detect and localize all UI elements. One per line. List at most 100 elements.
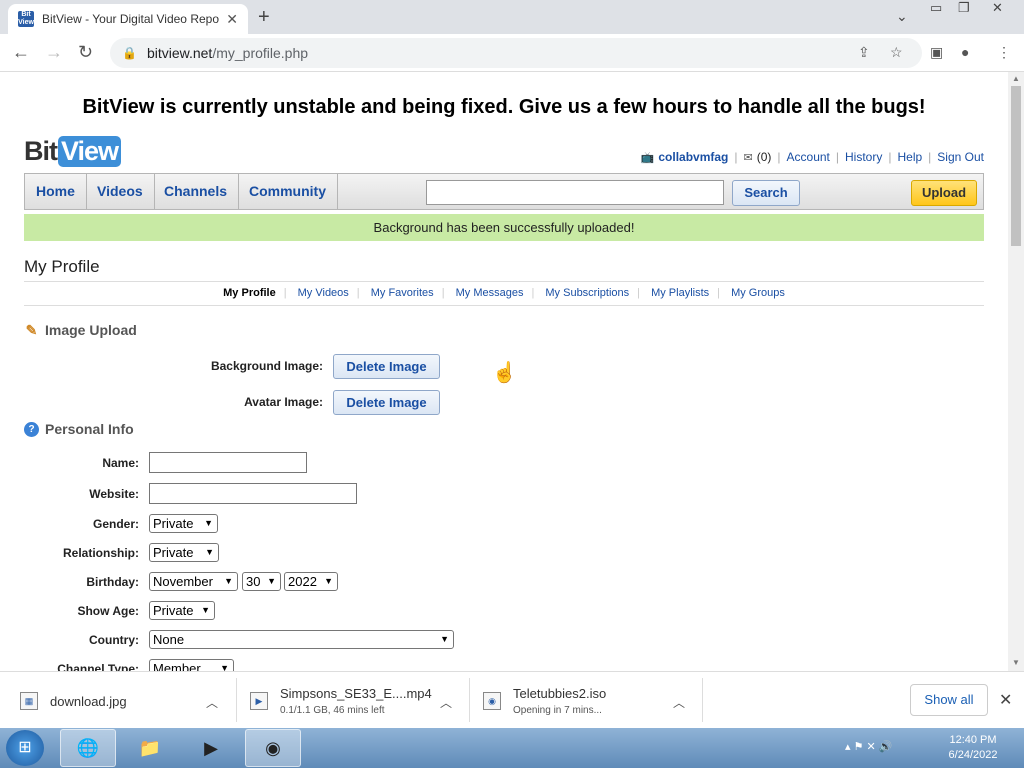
page-title: My Profile (24, 257, 100, 276)
subnav-my-profile[interactable]: My Profile (223, 287, 276, 299)
show-age-select[interactable]: Private ▼ (149, 601, 215, 620)
menu-kebab-icon[interactable]: ⋮ (997, 44, 1011, 61)
back-icon[interactable]: ← (12, 42, 30, 63)
site-banner: BitView is currently unstable and being … (82, 96, 926, 118)
info-icon: ? (24, 421, 39, 437)
nav-home[interactable]: Home (25, 174, 87, 209)
app-taskbar-icon[interactable]: ◉ (245, 729, 301, 767)
nav-videos[interactable]: Videos (86, 174, 155, 209)
channel-type-value: Member (153, 661, 201, 671)
tab-search-icon[interactable]: ⌄ (896, 8, 908, 25)
search-input[interactable] (426, 180, 724, 205)
separator: | (441, 287, 445, 299)
chevron-up-icon[interactable]: ︿ (206, 694, 218, 711)
separator: | (777, 150, 781, 164)
relationship-select[interactable]: Private ▼ (149, 543, 219, 562)
nav-channels[interactable]: Channels (153, 174, 240, 209)
share-icon[interactable]: ⇪ (858, 44, 870, 61)
gender-select[interactable]: Private ▼ (149, 514, 218, 533)
subnav-my-subscriptions[interactable]: My Subscriptions (545, 287, 629, 299)
avatar-image-label: Avatar Image: (244, 395, 323, 409)
help-link[interactable]: Help (897, 150, 922, 164)
search-button[interactable]: Search (732, 180, 800, 206)
account-link[interactable]: Account (787, 150, 830, 164)
show-all-button[interactable]: Show all (910, 684, 988, 716)
website-field[interactable] (149, 483, 357, 504)
chevron-down-icon: ▼ (224, 576, 233, 586)
birthday-month-select[interactable]: November ▼ (149, 572, 238, 591)
username-link[interactable]: collabvmfag (658, 150, 728, 164)
close-window-icon[interactable]: ✕ (992, 0, 1003, 20)
subnav-my-messages[interactable]: My Messages (456, 287, 524, 299)
browser-tab[interactable]: Bit View BitView - Your Digital Video Rep… (8, 4, 248, 34)
history-link[interactable]: History (845, 150, 882, 164)
delete-background-button[interactable]: Delete Image (333, 354, 440, 379)
chevron-down-icon: ▼ (220, 663, 229, 671)
scroll-down-icon[interactable]: ▼ (1012, 658, 1020, 667)
nav-community[interactable]: Community (238, 174, 338, 209)
name-field[interactable] (149, 452, 307, 473)
divider (24, 281, 984, 282)
chrome-taskbar-icon[interactable]: 🌐 (60, 729, 116, 767)
separator: | (888, 150, 892, 164)
download-name: Teletubbies2.iso (513, 686, 607, 701)
downloads-shelf: ▦ download.jpg ︿ ▶ Simpsons_SE33_E....mp… (0, 671, 1024, 728)
chevron-down-icon: ▼ (440, 634, 449, 644)
new-tab-button[interactable]: + (258, 6, 270, 29)
download-status: 0.1/1.1 GB, 46 mins left (280, 705, 385, 716)
upload-button[interactable]: Upload (911, 180, 977, 206)
page-viewport: BitView is currently unstable and being … (0, 72, 1008, 671)
separator: | (928, 150, 932, 164)
show-age-label: Show Age: (77, 604, 139, 618)
subnav-my-videos[interactable]: My Videos (298, 287, 349, 299)
channel-type-select[interactable]: Member ▼ (149, 659, 234, 671)
bitview-favicon-icon: Bit View (18, 11, 34, 27)
explorer-taskbar-icon[interactable]: 📁 (122, 729, 178, 767)
profile-avatar-icon[interactable]: ● (961, 44, 969, 60)
delete-avatar-button[interactable]: Delete Image (333, 390, 440, 415)
chevron-up-icon[interactable]: ︿ (440, 694, 452, 711)
country-select[interactable]: None ▼ (149, 630, 454, 649)
success-notice: Background has been successfully uploade… (24, 214, 984, 241)
messages-count[interactable]: (0) (757, 150, 772, 164)
subnav-my-playlists[interactable]: My Playlists (651, 287, 709, 299)
personal-info-title: Personal Info (45, 421, 134, 437)
address-bar[interactable]: 🔒 bitview.net /my_profile.php (110, 38, 922, 68)
page-scrollbar[interactable]: ▲ ▼ (1008, 72, 1024, 671)
bookmark-star-icon[interactable]: ☆ (890, 44, 903, 61)
system-tray[interactable]: ▴ ⚑ ✕ 🔊 (845, 740, 892, 753)
divider (702, 678, 703, 722)
separator: | (283, 287, 287, 299)
download-item[interactable]: ▶ Simpsons_SE33_E....mp4 0.1/1.1 GB, 46 … (250, 680, 460, 722)
chevron-up-icon[interactable]: ︿ (673, 694, 685, 711)
start-button[interactable]: ⊞ (6, 730, 44, 766)
forward-icon[interactable]: → (45, 42, 63, 63)
minimize-icon[interactable]: ▭ (930, 0, 942, 20)
mail-icon[interactable]: ✉ (744, 151, 753, 164)
download-item[interactable]: ◉ Teletubbies2.iso Opening in 7 mins... … (483, 680, 693, 722)
download-item[interactable]: ▦ download.jpg ︿ (20, 680, 230, 722)
birthday-day-select[interactable]: 30 ▼ (242, 572, 281, 591)
subnav-my-groups[interactable]: My Groups (731, 287, 785, 299)
restore-icon[interactable]: ❐ (958, 0, 970, 20)
birthday-year-select[interactable]: 2022 ▼ (284, 572, 338, 591)
side-panel-icon[interactable]: ▣ (930, 44, 943, 61)
url-host: bitview.net (146, 45, 213, 61)
media-player-taskbar-icon[interactable]: ▶ (183, 729, 239, 767)
clock-date: 6/24/2022 (948, 749, 998, 761)
clock[interactable]: 12:40 PM 6/24/2022 (940, 733, 1006, 763)
country-value: None (153, 632, 185, 647)
scrollbar-thumb[interactable] (1011, 86, 1021, 246)
chevron-down-icon: ▼ (205, 547, 214, 557)
tv-icon: 📺 (640, 151, 655, 164)
sign-out-link[interactable]: Sign Out (937, 150, 984, 164)
close-icon[interactable]: ✕ (999, 690, 1012, 710)
background-image-label: Background Image: (210, 359, 323, 373)
bitview-logo[interactable]: Bit View (24, 134, 122, 168)
profile-subnav: My Profile | My Videos | My Favorites | My … (0, 287, 1008, 299)
reload-icon[interactable]: ↻ (78, 42, 93, 63)
scroll-up-icon[interactable]: ▲ (1012, 74, 1020, 83)
subnav-my-favorites[interactable]: My Favorites (371, 287, 434, 299)
url-path: /my_profile.php (212, 45, 309, 61)
tab-close-icon[interactable]: ✕ (226, 11, 238, 28)
